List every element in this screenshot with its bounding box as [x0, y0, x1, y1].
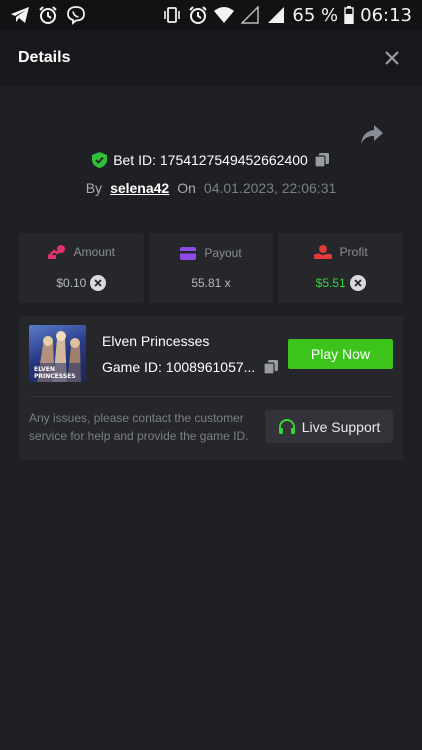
thumbnail-text-princesses: PRINCESSES: [34, 373, 76, 380]
game-card: ELVEN PRINCESSES Elven Princesses Game I…: [19, 316, 403, 460]
profit-value: $5.51: [315, 276, 346, 290]
by-label: By: [85, 180, 103, 196]
game-thumbnail[interactable]: ELVEN PRINCESSES: [29, 325, 86, 382]
copy-icon[interactable]: [263, 359, 279, 375]
live-support-button[interactable]: Live Support: [265, 410, 393, 443]
close-icon[interactable]: [380, 46, 404, 70]
viber-icon: [66, 5, 86, 25]
thumbnail-text-elven: ELVEN: [34, 366, 55, 373]
bet-id: Bet ID: 1754127549452662400: [113, 152, 308, 168]
bet-stats: Amount $0.10 Payout 55.81 x Profit $5.51: [19, 233, 404, 303]
game-id: Game ID: 1008961057...: [102, 359, 256, 375]
amount-value: $0.10: [56, 276, 87, 290]
currency-x-icon: [90, 275, 107, 291]
clock: 06:13: [360, 4, 412, 26]
profit-icon: [313, 245, 332, 259]
bet-meta-row: By selena42 On 04.01.2023, 22:06:31: [0, 180, 422, 196]
profit-label: Profit: [339, 245, 368, 259]
support-info-text: Any issues, please contact the customer …: [29, 411, 249, 443]
currency-x-icon: [349, 275, 366, 291]
payout-label: Payout: [204, 246, 242, 260]
vibrate-icon: [162, 5, 182, 25]
amount-label: Amount: [73, 245, 116, 259]
on-label: On: [177, 180, 196, 196]
game-title: Elven Princesses: [102, 333, 210, 349]
alarm-icon: [38, 5, 58, 25]
payout-card: Payout 55.81 x: [148, 233, 274, 303]
page-title: Details: [18, 49, 71, 66]
amount-card: Amount $0.10: [19, 233, 144, 303]
game-id-row: Game ID: 1008961057...: [102, 359, 279, 375]
amount-icon: [47, 245, 66, 259]
divider: [29, 396, 393, 397]
battery-percent: 65 %: [292, 4, 339, 26]
copy-icon[interactable]: [314, 152, 330, 168]
battery-icon: [344, 5, 354, 25]
profit-card: Profit $5.51: [278, 233, 404, 303]
wifi-icon: [214, 5, 235, 25]
live-support-label: Live Support: [301, 418, 381, 435]
share-icon[interactable]: [360, 124, 384, 146]
signal-empty-icon: [240, 5, 260, 25]
username-link[interactable]: selena42: [110, 180, 169, 196]
alarm-icon: [188, 5, 208, 25]
headset-icon: [278, 418, 296, 435]
status-bar: 65 % 06:13: [0, 0, 422, 30]
payout-icon: [180, 246, 197, 260]
telegram-icon: [10, 5, 30, 25]
payout-value: 55.81 x: [191, 276, 231, 290]
play-now-button[interactable]: Play Now: [288, 339, 393, 369]
bet-date: 04.01.2023, 22:06:31: [203, 180, 337, 196]
details-header: Details: [0, 30, 422, 86]
shield-check-icon: [92, 152, 108, 168]
signal-icon: [266, 5, 286, 25]
bet-id-row: Bet ID: 1754127549452662400: [0, 152, 422, 168]
